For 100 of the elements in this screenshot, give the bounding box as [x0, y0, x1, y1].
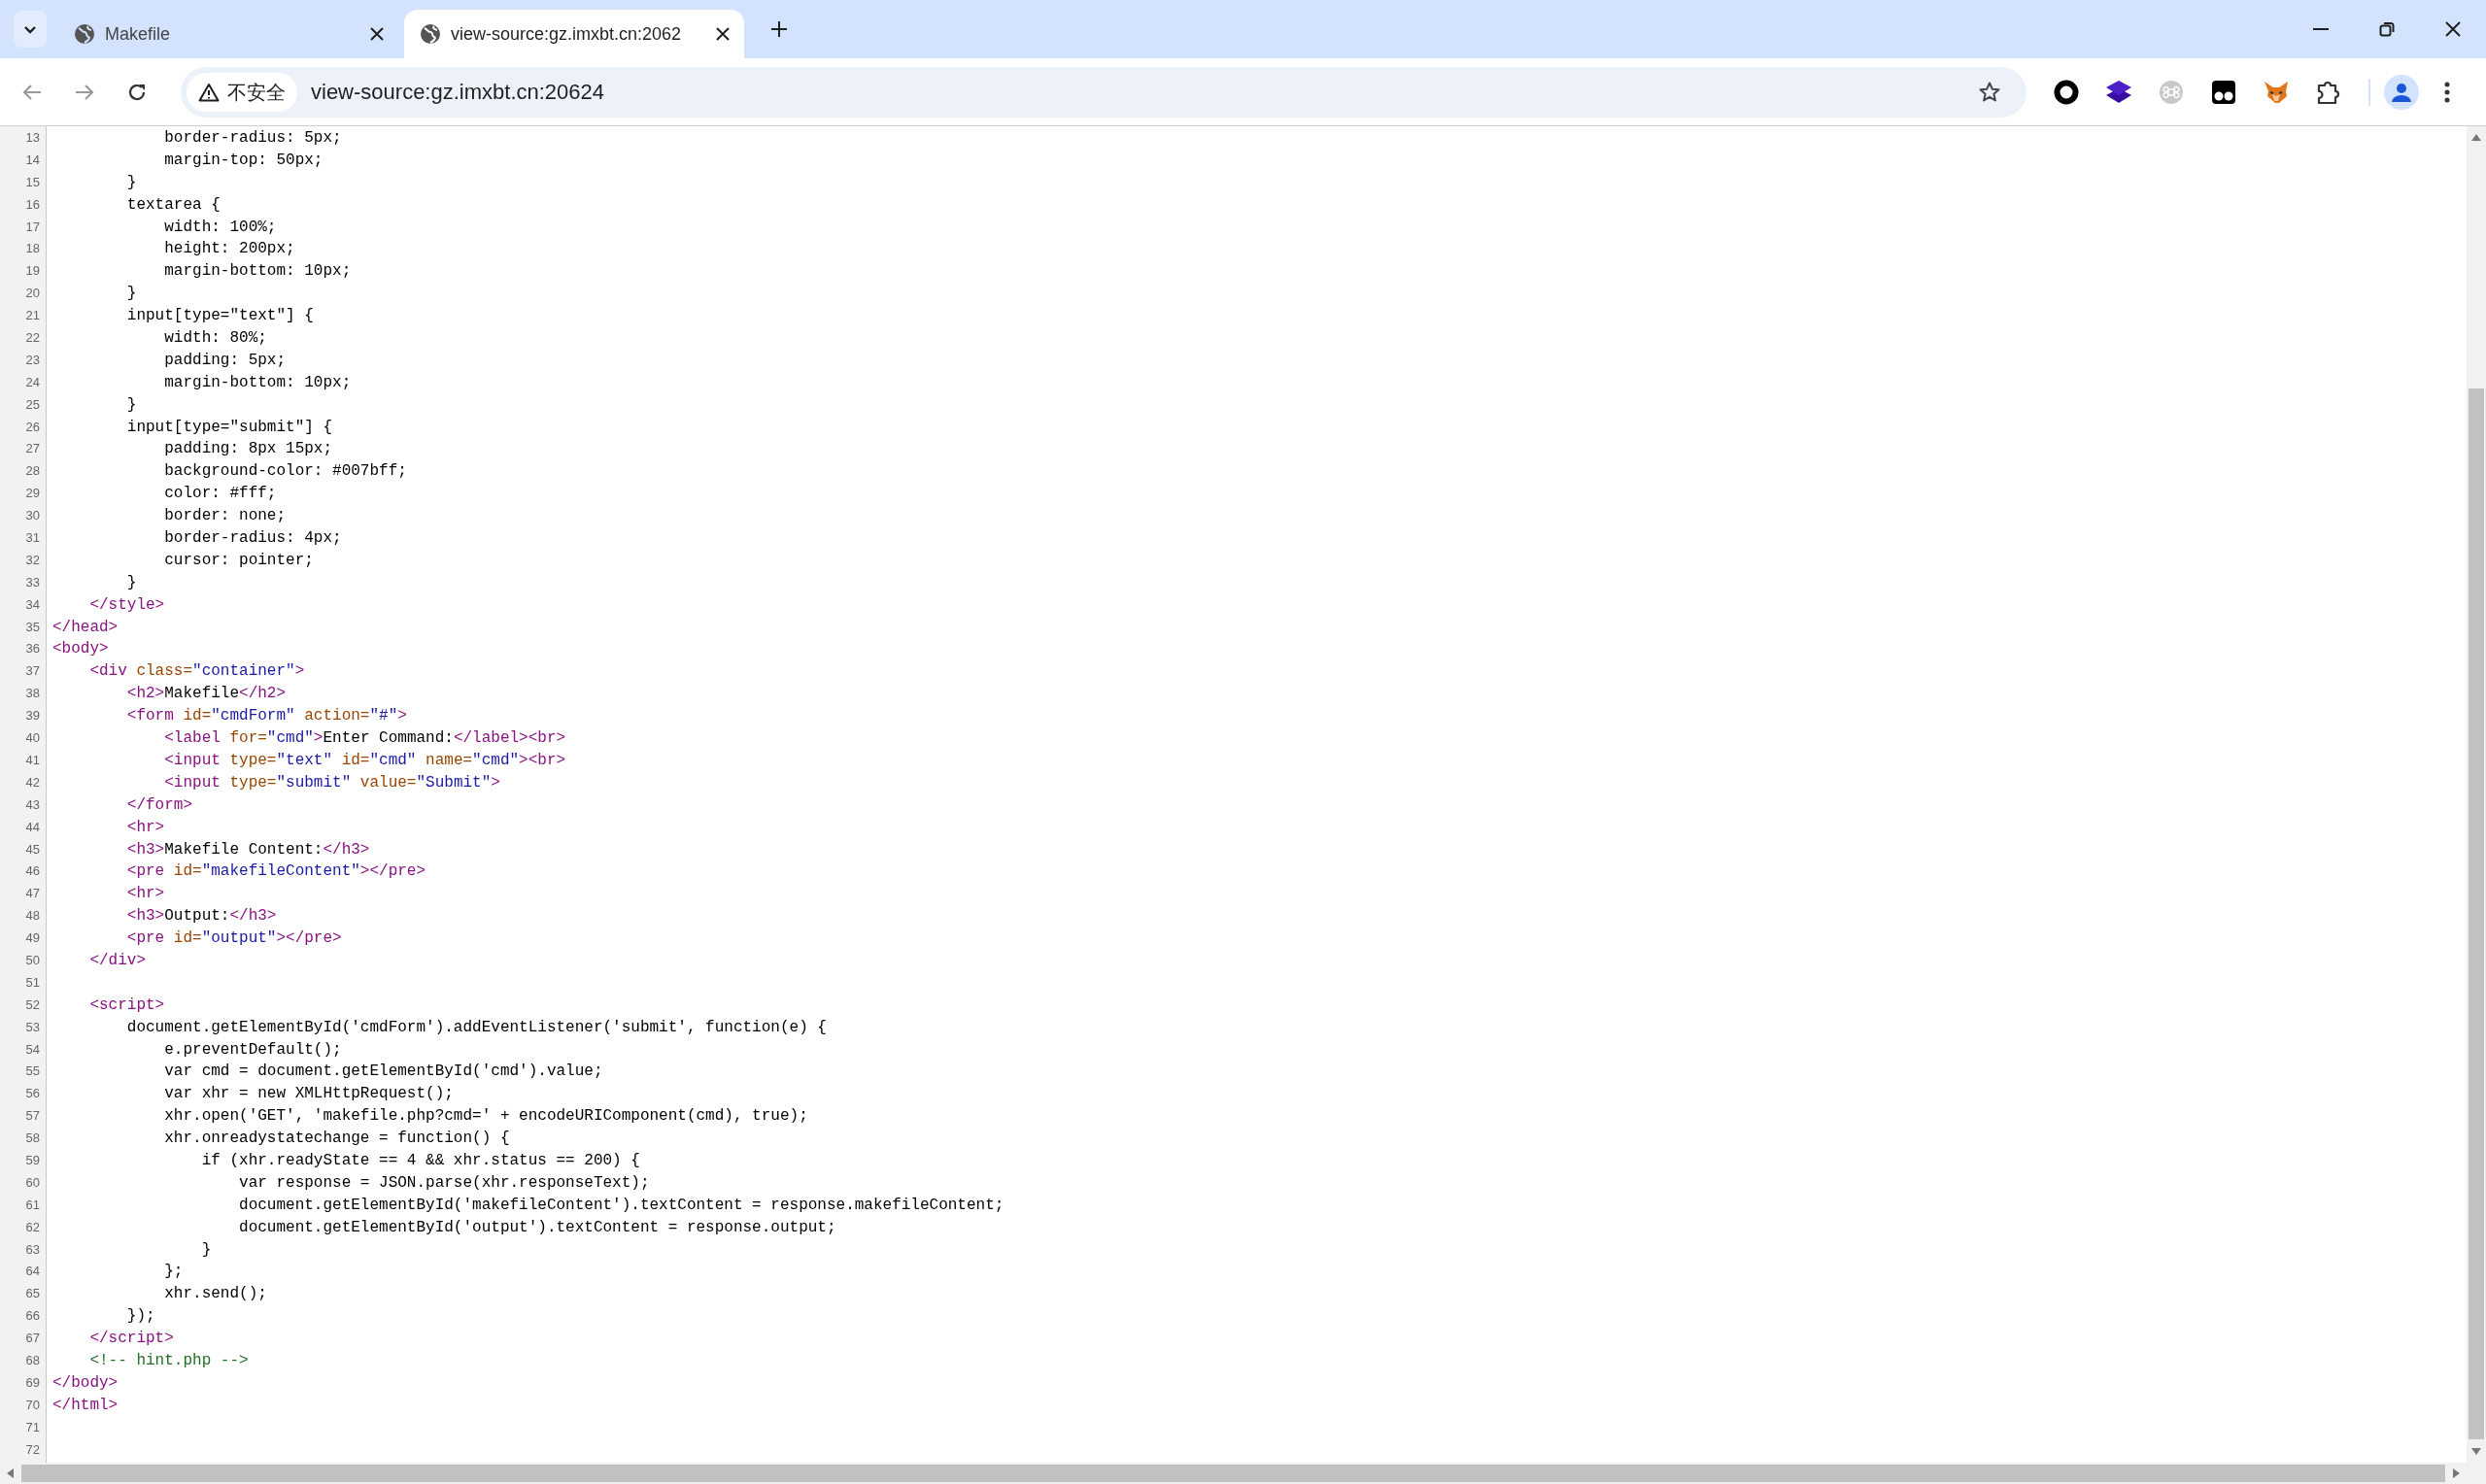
scrollbar-thumb[interactable]: [2469, 388, 2484, 1439]
code-line: }: [126, 284, 137, 305]
line-number: 46: [25, 862, 40, 881]
close-icon: [716, 27, 730, 41]
line-number: 64: [25, 1263, 40, 1281]
code-line: });: [126, 1306, 155, 1328]
code-line: </style>: [89, 594, 165, 616]
line-number: 66: [25, 1307, 40, 1326]
line-number: 50: [25, 951, 40, 969]
code-line: background-color: #007bff;: [164, 461, 407, 483]
code-line: height: 200px;: [164, 239, 295, 260]
reload-icon: [127, 82, 147, 102]
code-line: <form id="cmdForm" action="#">: [126, 706, 407, 727]
line-number: 62: [25, 1218, 40, 1236]
line-number: 21: [25, 307, 40, 325]
line-number: 51: [25, 973, 40, 992]
browser-tab[interactable]: view-source:gz.imxbt.cn:2062: [404, 10, 744, 58]
ring-icon: [2054, 79, 2079, 105]
code-line: </head>: [52, 617, 119, 638]
warning-icon: [198, 82, 220, 102]
horizontal-scrollbar[interactable]: [0, 1463, 2467, 1484]
code-line: <pre id="makefileContent"></pre>: [126, 861, 426, 883]
code-line: input[type="submit"] {: [126, 417, 333, 438]
puzzle-icon: [2316, 79, 2341, 105]
security-chip[interactable]: 不安全: [187, 72, 297, 112]
line-number: 45: [25, 840, 40, 859]
code-line: }: [201, 1239, 212, 1261]
line-number: 53: [25, 1018, 40, 1036]
code-line: <hr>: [126, 884, 165, 905]
profile-button[interactable]: [2384, 74, 2419, 110]
line-number: 32: [25, 551, 40, 569]
line-number: 40: [25, 729, 40, 748]
line-number: 35: [25, 618, 40, 636]
line-number: 42: [25, 773, 40, 792]
code-line: border-radius: 4px;: [164, 528, 342, 550]
line-number: 52: [25, 995, 40, 1014]
plus-icon: [770, 20, 788, 38]
line-number: 31: [25, 529, 40, 548]
code-line: if (xhr.readyState == 4 && xhr.status == 200) {: [201, 1150, 640, 1171]
code-line: <label for="cmd">Enter Command:</label><br>: [164, 728, 566, 750]
url-text: view-source:gz.imxbt.cn:20624: [311, 79, 605, 106]
chevron-down-icon: [23, 24, 37, 34]
address-bar[interactable]: 不安全 view-source:gz.imxbt.cn:20624: [181, 66, 2026, 118]
line-number: 65: [25, 1285, 40, 1303]
code-line: <h3>Output:</h3>: [126, 906, 277, 928]
minimize-icon: [2313, 28, 2329, 30]
code-line: padding: 5px;: [164, 350, 287, 371]
line-number: 67: [25, 1330, 40, 1348]
code-line: color: #fff;: [164, 484, 277, 505]
code-line: margin-bottom: 10px;: [164, 261, 352, 283]
scroll-up-icon: [2471, 134, 2481, 142]
close-icon: [370, 27, 384, 41]
code-line: <h2>Makefile</h2>: [126, 684, 287, 705]
line-number: 15: [25, 173, 40, 191]
line-number: 25: [25, 395, 40, 414]
back-arrow-icon: [22, 83, 42, 101]
code-line: <pre id="output"></pre>: [126, 928, 342, 950]
code-line: <body>: [52, 639, 109, 660]
tab-search-button[interactable]: [14, 11, 47, 48]
line-number: 24: [25, 373, 40, 391]
code-line: input[type="text"] {: [126, 306, 314, 327]
line-number: 41: [25, 751, 40, 769]
scrollbar-thumb[interactable]: [21, 1465, 2445, 1482]
line-number: 60: [25, 1173, 40, 1192]
code-line: var xhr = new XMLHttpRequest();: [164, 1084, 454, 1105]
code-line: };: [164, 1262, 184, 1283]
code-line: padding: 8px 15px;: [164, 439, 333, 460]
menu-icon: [2444, 81, 2450, 103]
line-number: 44: [25, 818, 40, 836]
command-key-icon: [2159, 79, 2184, 105]
code-line: xhr.send();: [164, 1284, 267, 1305]
code-line: var response = JSON.parse(xhr.responseText);: [239, 1172, 650, 1194]
code-line: var cmd = document.getElementById('cmd').value;: [164, 1062, 603, 1083]
code-line: <input type="submit" value="Submit">: [164, 772, 500, 793]
code-line: width: 80%;: [164, 328, 267, 349]
code-line: document.getElementById('makefileContent').textContent = response.makefileContent;: [239, 1195, 1005, 1216]
line-number: 16: [25, 195, 40, 214]
line-number: 43: [25, 795, 40, 814]
line-number: 19: [25, 262, 40, 281]
line-number: 29: [25, 485, 40, 503]
forward-arrow-icon: [75, 83, 94, 101]
line-number: 22: [25, 329, 40, 347]
code-line: margin-top: 50px;: [164, 150, 324, 171]
line-number: 58: [25, 1130, 40, 1148]
close-icon: [2445, 21, 2461, 37]
code-line: <hr>: [126, 817, 165, 838]
code-line: document.getElementById('cmdForm').addEventListener('submit', function(e) {: [126, 1017, 827, 1038]
line-number: 68: [25, 1352, 40, 1369]
scroll-down-icon: [2471, 1447, 2481, 1455]
star-icon: [1978, 80, 2001, 104]
code-line: width: 100%;: [164, 217, 277, 238]
line-number: 27: [25, 440, 40, 458]
line-number: 34: [25, 595, 40, 614]
line-number: 72: [25, 1440, 40, 1459]
line-number: 14: [25, 151, 40, 169]
code-line: cursor: pointer;: [164, 550, 314, 571]
browser-tab[interactable]: Makefile: [58, 10, 398, 58]
line-number: 13: [25, 129, 40, 147]
line-number: 69: [25, 1373, 40, 1392]
vertical-scrollbar[interactable]: [2467, 126, 2486, 1484]
